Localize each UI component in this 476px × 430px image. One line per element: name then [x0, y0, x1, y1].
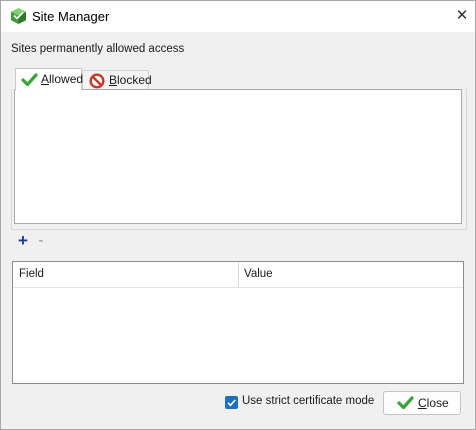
close-button[interactable]: Close	[383, 391, 461, 415]
remove-site-button[interactable]: -	[36, 233, 46, 249]
title-bar[interactable]: Site Manager ✕	[1, 1, 475, 32]
close-button-label: Close	[418, 396, 449, 410]
add-site-button[interactable]: +	[16, 232, 30, 249]
tab-allowed[interactable]: Allowed	[15, 68, 84, 90]
no-entry-icon	[89, 73, 105, 89]
site-manager-window: Site Manager ✕ Sites permanently allowed…	[0, 0, 476, 430]
close-window-icon[interactable]: ✕	[455, 8, 469, 24]
checkmark-icon	[227, 399, 236, 407]
strict-certificate-checkbox[interactable]	[225, 396, 238, 409]
window-title: Site Manager	[32, 9, 110, 24]
tab-blocked-label: Blocked	[109, 73, 152, 87]
allowed-sites-list[interactable]	[14, 89, 462, 224]
tab-blocked[interactable]: Blocked	[82, 70, 152, 90]
green-check-icon	[397, 396, 414, 410]
app-cube-icon	[11, 8, 26, 24]
table-header: Field Value	[13, 262, 463, 288]
green-check-icon	[21, 73, 38, 87]
strict-certificate-label[interactable]: Use strict certificate mode	[242, 395, 374, 407]
allowed-sites-label: Sites permanently allowed access	[11, 43, 185, 55]
site-properties-table[interactable]: Field Value	[12, 261, 464, 384]
tab-allowed-label: Allowed	[41, 72, 84, 86]
column-header-value[interactable]: Value	[239, 262, 463, 287]
column-header-field[interactable]: Field	[13, 262, 239, 287]
